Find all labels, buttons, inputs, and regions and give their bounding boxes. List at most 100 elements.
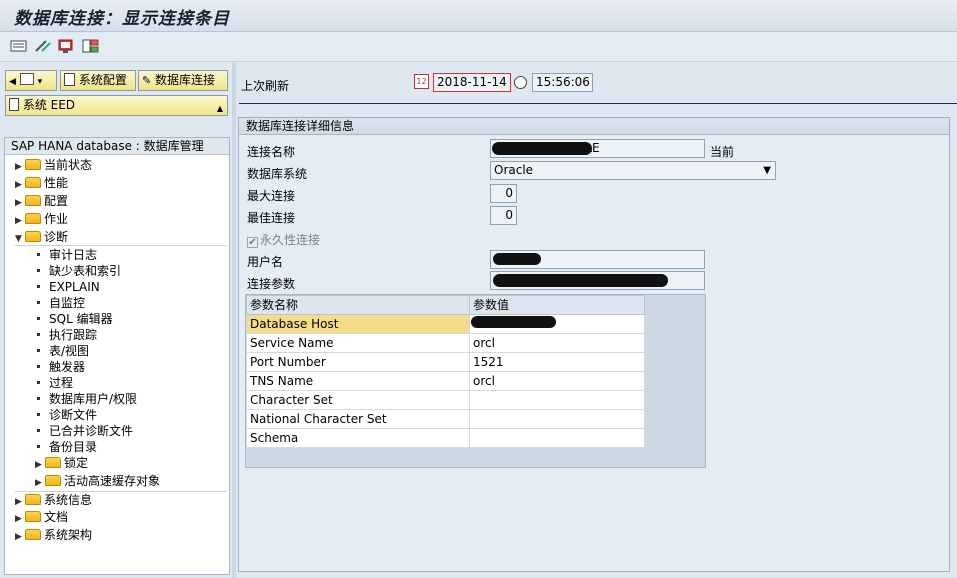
param-value-cell[interactable]: orcl <box>469 371 645 391</box>
tree-node-system-arch[interactable]: ▶ 系统架构 <box>15 527 92 544</box>
bullet <box>37 301 40 304</box>
tree-node-locks[interactable]: ▶ 锁定 <box>35 455 88 472</box>
tree-leaf[interactable]: 过程 <box>35 375 73 392</box>
persistent-connection-label: 永久性连接 <box>260 233 321 247</box>
param-value-cell[interactable]: 1521 <box>469 352 645 372</box>
table-row[interactable]: Character Set <box>246 390 645 410</box>
bullet <box>37 253 40 256</box>
layout-icon[interactable] <box>82 38 100 54</box>
tree-node-documents[interactable]: ▶ 文档 <box>15 509 68 526</box>
tree-node-label: 系统架构 <box>44 528 93 542</box>
persistent-connection-checkbox[interactable]: ✔ 永久性连接 <box>247 231 320 248</box>
param-name-cell[interactable]: Service Name <box>246 333 470 353</box>
param-name-cell[interactable]: Database Host <box>246 314 470 334</box>
table-header-row: 参数名称 参数值 <box>246 295 645 315</box>
tree-leaf[interactable]: 已合并诊断文件 <box>35 423 133 440</box>
application-toolbar <box>0 33 957 62</box>
config-icon <box>64 73 75 86</box>
tree-leaf-label: 执行跟踪 <box>49 328 98 342</box>
tree-leaf[interactable]: 表/视图 <box>35 343 89 360</box>
tree-leaf[interactable]: EXPLAIN <box>35 279 100 296</box>
db-system-label: 数据库系统 <box>247 167 308 181</box>
tree-leaf[interactable]: 执行跟踪 <box>35 327 97 344</box>
bullet <box>37 381 40 384</box>
table-row[interactable]: Schema <box>246 428 645 448</box>
param-name-cell[interactable]: Character Set <box>246 390 470 410</box>
tree-leaf[interactable]: 自监控 <box>35 295 85 312</box>
table-row[interactable]: TNS Name orcl <box>246 371 645 391</box>
title-bar: 数据库连接：显示连接条目 <box>0 0 957 32</box>
column-header[interactable]: 参数名称 <box>246 295 470 315</box>
max-connections-field[interactable]: 0 <box>490 184 517 203</box>
folder-icon <box>25 195 41 206</box>
param-name-cell[interactable]: Schema <box>246 428 470 448</box>
param-value-cell[interactable]: orcl <box>469 333 645 353</box>
last-refresh-label: 上次刷新 <box>241 79 290 93</box>
table-row[interactable]: Port Number 1521 <box>246 352 645 372</box>
document-icon <box>9 98 19 111</box>
tree-leaf[interactable]: 缺少表和索引 <box>35 263 121 280</box>
tree-node-label: 性能 <box>44 176 69 190</box>
table-row[interactable]: National Character Set <box>246 409 645 429</box>
username-label: 用户名 <box>247 255 284 269</box>
navigation-toggle-button[interactable]: ◀ ▾ <box>5 70 57 91</box>
tree-leaf-label: SQL 编辑器 <box>49 312 113 326</box>
tree-leaf[interactable]: 审计日志 <box>35 247 97 264</box>
expand-arrow-icon: ▶ <box>15 216 22 226</box>
chevron-down-icon: ▾ <box>37 77 43 87</box>
param-value-cell[interactable] <box>469 390 645 410</box>
expand-arrow-icon: ▶ <box>15 180 22 190</box>
table-row[interactable]: Database Host <box>246 314 645 334</box>
tree-leaf[interactable]: 诊断文件 <box>35 407 97 424</box>
db-connection-button[interactable]: ✎ 数据库连接 <box>138 70 228 91</box>
triangle-left-icon: ◀ <box>9 77 16 87</box>
tree-leaf-label: 触发器 <box>49 360 86 374</box>
tree-node-current-status[interactable]: ▶ 当前状态 <box>15 157 92 174</box>
param-value-cell[interactable] <box>469 409 645 429</box>
collapse-arrow-icon: ▼ <box>15 234 22 244</box>
expand-arrow-icon: ▶ <box>35 478 42 488</box>
optimal-connections-label: 最佳连接 <box>247 211 296 225</box>
tree-node-system-info[interactable]: ▶ 系统信息 <box>15 491 227 508</box>
expand-arrow-icon: ▶ <box>15 532 22 542</box>
param-name-cell[interactable]: TNS Name <box>246 371 470 391</box>
page-title: 数据库连接：显示连接条目 <box>14 9 230 29</box>
tree-leaf[interactable]: 触发器 <box>35 359 85 376</box>
connection-icon: ✎ <box>142 74 152 87</box>
tree-node-diagnosis[interactable]: ▼ 诊断 <box>15 229 227 246</box>
dropdown-arrow-icon: ▼ <box>763 165 771 176</box>
tree-leaf[interactable]: SQL 编辑器 <box>35 311 113 328</box>
db-system-select[interactable]: Oracle ▼ <box>490 161 776 180</box>
optimal-connections-field[interactable]: 0 <box>490 206 517 225</box>
redaction-mark <box>493 274 668 287</box>
calendar-icon[interactable]: 12 <box>414 74 429 89</box>
tree-header: SAP HANA database : 数据库管理 <box>5 138 229 155</box>
connection-params-label: 连接参数 <box>247 277 296 291</box>
param-value-cell[interactable] <box>469 428 645 448</box>
bullet <box>37 397 40 400</box>
tree-node-active-cache[interactable]: ▶ 活动高速缓存对象 <box>35 473 160 490</box>
list-icon[interactable] <box>10 38 28 54</box>
system-config-button[interactable]: 系统配置 <box>60 70 136 91</box>
dropdown-arrow-icon: ▲ <box>216 104 223 113</box>
display-icon[interactable] <box>58 38 76 54</box>
edit-pencil-icon[interactable] <box>34 38 52 54</box>
tree-node-label: 活动高速缓存对象 <box>64 474 161 488</box>
table-row[interactable]: Service Name orcl <box>246 333 645 353</box>
redaction-mark <box>493 253 541 265</box>
param-name-cell[interactable]: National Character Set <box>246 409 470 429</box>
param-name-cell[interactable]: Port Number <box>246 352 470 372</box>
refresh-date-field[interactable]: 2018-11-14 <box>433 73 511 92</box>
system-selector[interactable]: 系统 EED ▲ <box>5 95 228 116</box>
refresh-time-field[interactable]: 15:56:06 <box>532 73 593 92</box>
tree-leaf-label: 备份目录 <box>49 440 98 454</box>
tree-leaf[interactable]: 数据库用户/权限 <box>35 391 137 408</box>
column-header[interactable]: 参数值 <box>469 295 645 315</box>
connection-name-label: 连接名称 <box>247 145 296 159</box>
tree-leaf[interactable]: 备份目录 <box>35 439 97 456</box>
clock-icon <box>514 76 527 89</box>
tree-node-config[interactable]: ▶ 配置 <box>15 193 68 210</box>
tree-node-performance[interactable]: ▶ 性能 <box>15 175 68 192</box>
tree-node-label: 当前状态 <box>44 158 93 172</box>
tree-node-jobs[interactable]: ▶ 作业 <box>15 211 68 228</box>
